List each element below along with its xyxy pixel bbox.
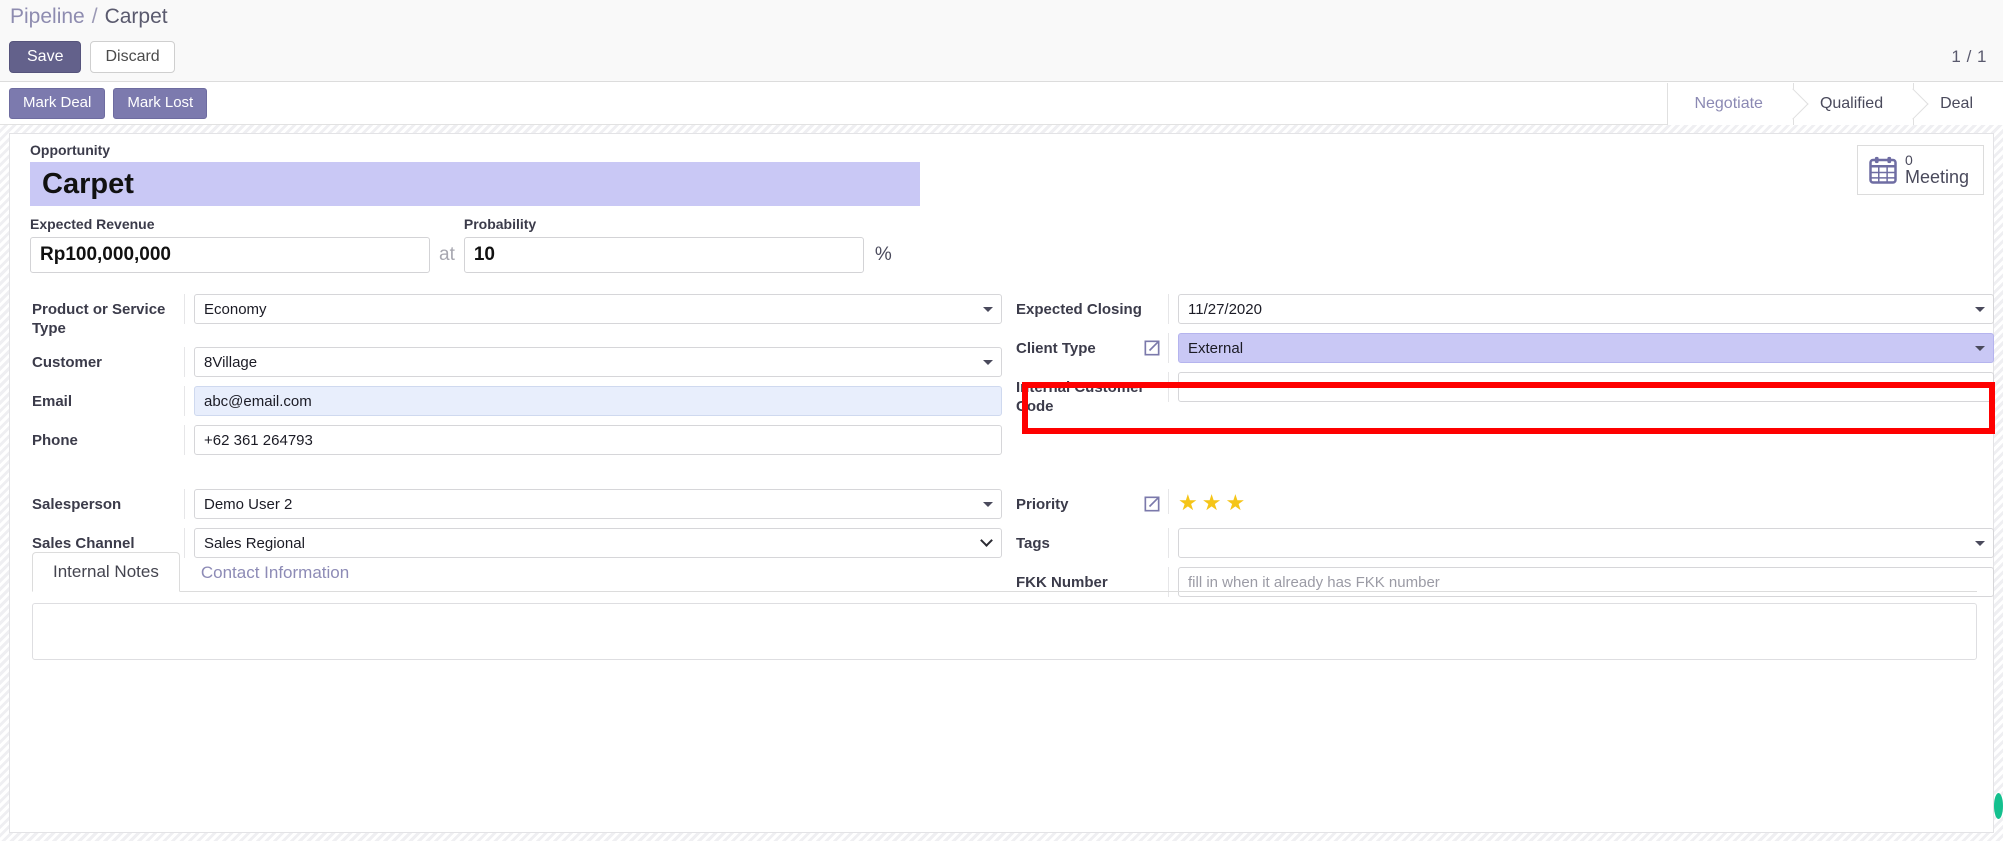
breadcrumb: Pipeline / Carpet <box>0 0 2003 33</box>
field-group-1: Product or Service Type Customer <box>10 294 1995 464</box>
meeting-stat-button[interactable]: 0 Meeting <box>1856 145 1984 195</box>
label-tags: Tags <box>1016 535 1050 553</box>
form-sheet: 0 Meeting Opportunity Expected Revenue a… <box>9 133 1994 833</box>
star-icon[interactable]: ★ <box>1202 492 1222 514</box>
column-divider <box>1168 333 1169 363</box>
mark-lost-button[interactable]: Mark Lost <box>113 88 208 119</box>
label-salesperson: Salesperson <box>32 496 122 514</box>
label-internal-customer-code: Internal Customer Code <box>1016 379 1145 416</box>
star-icon[interactable]: ★ <box>1225 492 1245 514</box>
record-pager[interactable]: 1 / 1 <box>1951 47 1987 67</box>
input-internal-customer-code[interactable] <box>1178 372 1994 402</box>
stage-negotiate[interactable]: Negotiate <box>1667 83 1793 125</box>
tab-internal-notes[interactable]: Internal Notes <box>32 552 180 592</box>
stage-qualified[interactable]: Qualified <box>1792 83 1914 125</box>
meeting-count: 0 <box>1904 152 1913 168</box>
column-divider <box>184 386 185 417</box>
star-icon[interactable]: ★ <box>1178 492 1198 514</box>
stage-statusbar: Negotiate Qualified Deal <box>1667 83 2003 125</box>
field-column-left-1: Product or Service Type Customer <box>10 294 1002 464</box>
tab-contact-information[interactable]: Contact Information <box>180 553 370 592</box>
label-customer: Customer <box>32 354 103 372</box>
breadcrumb-current: Carpet <box>104 4 168 28</box>
meeting-label: Meeting <box>1904 166 1969 187</box>
input-expected-closing[interactable] <box>1178 294 1994 324</box>
field-client-type: Client Type <box>1016 333 1994 363</box>
label-expected-closing: Expected Closing <box>1016 301 1142 318</box>
label-product-or-service-type: Product or Service Type <box>32 301 166 338</box>
opportunity-name-input[interactable] <box>30 162 920 206</box>
input-email[interactable] <box>194 386 1002 417</box>
revenue-row: Expected Revenue at Probability % <box>30 216 892 273</box>
label-email: Email <box>32 393 73 411</box>
internal-notes-textarea[interactable] <box>32 603 1977 660</box>
calendar-icon <box>1869 156 1897 184</box>
external-link-icon[interactable] <box>1142 494 1162 514</box>
column-divider <box>1168 489 1169 515</box>
probability-input[interactable] <box>463 237 864 273</box>
field-phone: Phone <box>32 425 1002 456</box>
external-link-icon[interactable] <box>1142 338 1162 358</box>
field-internal-customer-code: Internal Customer Code <box>1016 372 1994 416</box>
field-salesperson: Salesperson <box>32 489 1002 520</box>
expected-revenue-input[interactable] <box>30 237 430 273</box>
app-root: Pipeline / Carpet Save Discard 1 / 1 Mar… <box>0 0 2003 841</box>
label-sales-channel: Sales Channel <box>32 535 135 553</box>
column-divider <box>1168 294 1169 324</box>
breadcrumb-separator: / <box>91 4 98 28</box>
priority-stars[interactable]: ★ ★ ★ <box>1178 489 1994 514</box>
breadcrumb-root-link[interactable]: Pipeline <box>10 5 85 29</box>
column-divider <box>184 347 185 378</box>
field-priority: Priority ★ ★ ★ <box>1016 489 1994 519</box>
column-divider <box>184 489 185 520</box>
field-column-right-1: Expected Closing Client Type <box>1002 294 1994 464</box>
expected-revenue-label: Expected Revenue <box>30 216 155 232</box>
at-separator-text: at <box>439 244 455 265</box>
title-block: Opportunity <box>30 142 930 206</box>
column-divider <box>1168 372 1169 402</box>
notebook-tabs: Internal Notes Contact Information <box>32 551 1977 592</box>
field-expected-closing: Expected Closing <box>1016 294 1994 324</box>
field-email: Email <box>32 386 1002 417</box>
input-customer[interactable] <box>194 347 1002 378</box>
action-bar: Save Discard 1 / 1 <box>0 33 2003 82</box>
input-salesperson[interactable] <box>194 489 1002 520</box>
status-bar: Mark Deal Mark Lost Negotiate Qualified … <box>0 83 2003 125</box>
input-client-type[interactable] <box>1178 333 1994 363</box>
field-product-or-service-type: Product or Service Type <box>32 294 1002 338</box>
notebook: Internal Notes Contact Information <box>32 551 1977 665</box>
opportunity-label: Opportunity <box>30 142 111 158</box>
input-product-or-service-type[interactable] <box>194 294 1002 324</box>
label-phone: Phone <box>32 432 78 450</box>
probability-label: Probability <box>463 216 537 232</box>
input-phone[interactable] <box>194 425 1002 456</box>
mark-deal-button[interactable]: Mark Deal <box>9 88 106 119</box>
column-divider <box>184 425 185 456</box>
sheet-background: 0 Meeting Opportunity Expected Revenue a… <box>0 125 2003 841</box>
column-divider <box>184 294 185 324</box>
field-customer: Customer <box>32 347 1002 378</box>
discard-button[interactable]: Discard <box>90 41 175 73</box>
chat-bubble-indicator[interactable] <box>1994 793 2003 819</box>
save-button[interactable]: Save <box>9 41 82 73</box>
percent-sign: % <box>874 244 892 265</box>
